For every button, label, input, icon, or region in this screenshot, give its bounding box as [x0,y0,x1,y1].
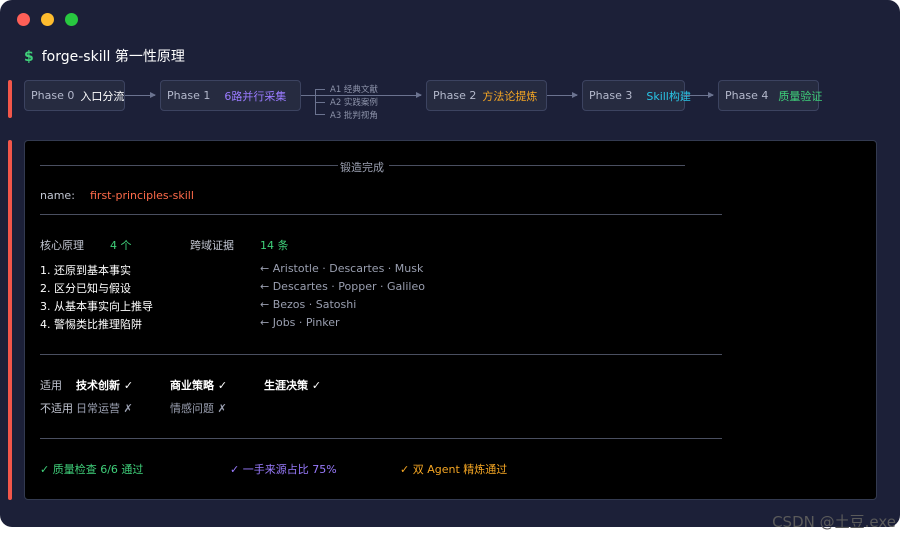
phase-3-number: Phase 3 [589,89,633,102]
phase-2-name: 方法论提炼 [482,89,538,103]
arrow-3-4 [685,92,714,98]
window-title: $ forge-skill 第一性原理 [24,46,185,66]
principle-4-sources: ← Jobs · Pinker [260,316,340,329]
applicable-1: 技术创新 ✓ [76,379,134,392]
name-label: name: [40,189,75,202]
minimize-window-button[interactable] [41,13,54,26]
core-label: 核心原理 [40,239,84,252]
terminal-window: $ forge-skill 第一性原理 Phase 0 入口分流 Phase 1 … [0,0,900,527]
panel-header: 锻造完成 [340,161,384,174]
check-sources: ✓ 一手来源占比 75% [230,463,337,476]
result-panel: 锻造完成 name: first-principles-skill 核心原理 4… [24,140,877,500]
name-value: first-principles-skill [90,189,194,202]
principle-1: 1. 还原到基本事实 [40,264,131,277]
pipeline-accent-bar [8,80,12,118]
divider-1 [40,214,722,215]
principle-3: 3. 从基本事实向上推导 [40,300,153,313]
principle-2-sources: ← Descartes · Popper · Galileo [260,280,425,293]
prompt-symbol: $ [24,49,34,65]
close-window-button[interactable] [17,13,30,26]
phase-0-number: Phase 0 [31,89,75,102]
principle-4: 4. 警惕类比推理陷阱 [40,318,142,331]
not-applicable-label: 不适用 [40,402,73,415]
applicable-2: 商业策略 ✓ [170,379,228,392]
phase-1-box: Phase 1 6路并行采集 [160,80,301,111]
phase-0-name: 入口分流 [80,89,125,103]
phase-0-box: Phase 0 入口分流 [24,80,125,111]
panel-accent-bar [8,140,12,500]
principle-2: 2. 区分已知与假设 [40,282,131,295]
branch-a1: A1 经典文献 [330,85,378,95]
header-rule-right [389,165,685,166]
branch-tick-3 [315,114,325,115]
maximize-window-button[interactable] [65,13,78,26]
arrow-2-3 [547,92,578,98]
header-rule-left [40,165,338,166]
applicable-3: 生涯决策 ✓ [264,379,322,392]
divider-2 [40,354,722,355]
branch-a2: A2 实践案例 [330,98,378,108]
applicable-label: 适用 [40,379,62,392]
arrow-0-1 [125,92,156,98]
phase-4-box: Phase 4 质量验证 [718,80,823,111]
core-count: 4 个 [110,239,132,252]
principle-1-sources: ← Aristotle · Descartes · Musk [260,262,424,275]
divider-3 [40,438,722,439]
principle-3-sources: ← Bezos · Satoshi [260,298,357,311]
evidence-label: 跨域证据 [190,239,234,252]
phase-1-name: 6路并行采集 [224,89,287,103]
branch-a3: A3 批判视角 [330,111,378,121]
check-quality: ✓ 质量检查 6/6 通过 [40,463,144,476]
watermark: CSDN @土豆.exe [772,513,896,531]
phase-3-box: Phase 3 Skill构建 [582,80,691,111]
phase-4-number: Phase 4 [725,89,769,102]
phase-4-name: 质量验证 [778,89,823,103]
check-agent: ✓ 双 Agent 精炼通过 [400,463,508,476]
branch-tick-1 [315,89,325,90]
phase-2-number: Phase 2 [433,89,477,102]
evidence-count: 14 条 [260,239,289,252]
phase-2-box: Phase 2 方法论提炼 [426,80,547,111]
window-title-text: forge-skill 第一性原理 [41,49,185,65]
not-applicable-2: 情感问题 ✗ [170,402,227,415]
phase-1-number: Phase 1 [167,89,211,102]
not-applicable-1: 日常运营 ✗ [76,402,133,415]
branch-tick-2 [315,102,325,103]
